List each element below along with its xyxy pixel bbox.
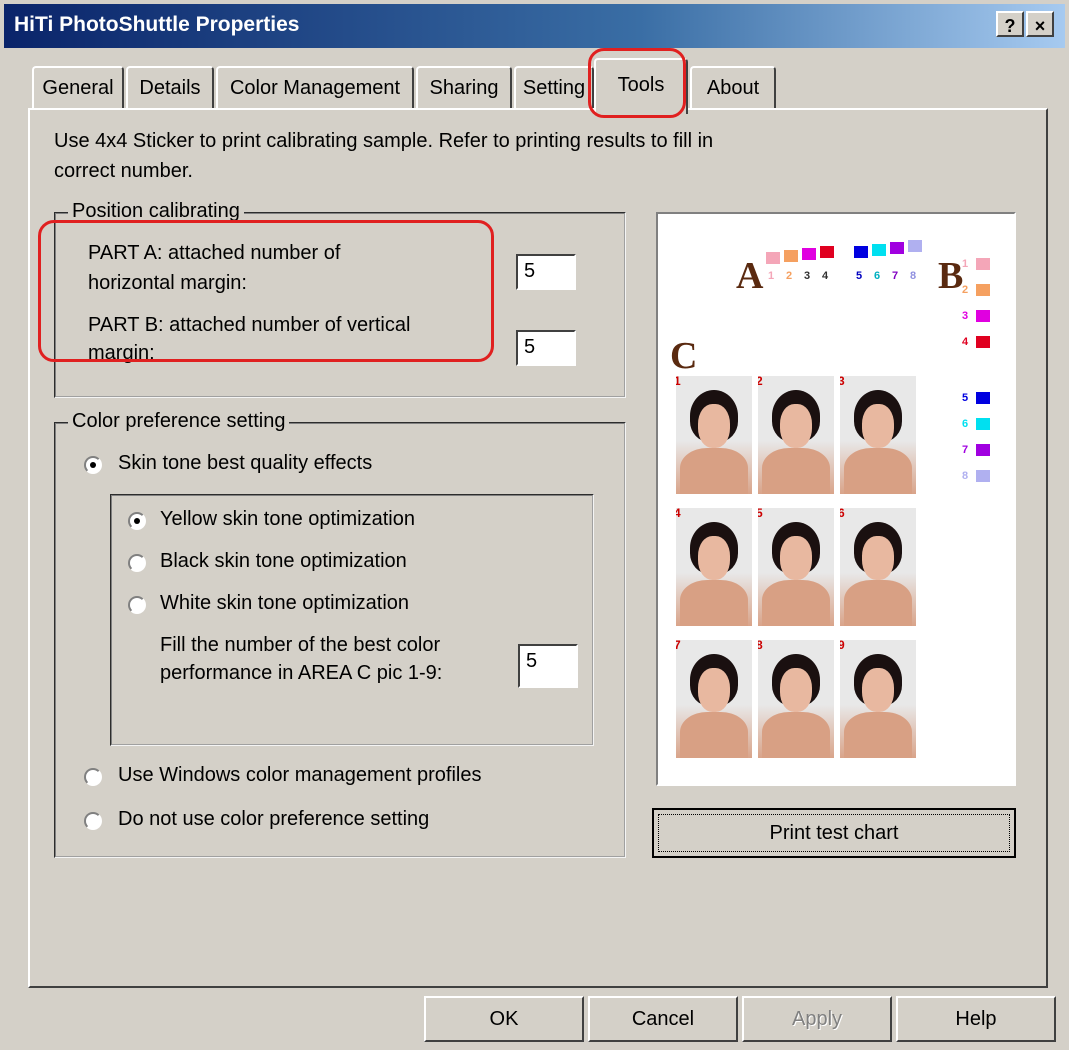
calibration-preview-image: A B C 1 2 3 4 5 6 7 8 1 2 3 4 5 6 7 8 1 … bbox=[656, 212, 1016, 786]
a-num-6: 6 bbox=[874, 270, 881, 282]
tab-details[interactable]: Details bbox=[126, 66, 214, 108]
area-c-pic-8: 8 bbox=[758, 640, 834, 758]
a-num-8: 8 bbox=[910, 270, 917, 282]
part-a-input[interactable]: 5 bbox=[516, 254, 576, 290]
b-swatch-1 bbox=[976, 258, 990, 270]
fill-best-input[interactable]: 5 bbox=[518, 644, 578, 688]
instruction-line-1: Use 4x4 Sticker to print calibrating sam… bbox=[54, 130, 714, 152]
no-preference-label[interactable]: Do not use color preference setting bbox=[118, 808, 429, 831]
close-title-button[interactable]: × bbox=[1026, 11, 1054, 37]
properties-dialog: HiTi PhotoShuttle Properties ? × General… bbox=[0, 0, 1069, 1050]
area-c-pic-3: 3 bbox=[840, 376, 916, 494]
area-a-label: A bbox=[736, 255, 764, 297]
print-test-chart-button[interactable]: Print test chart bbox=[652, 808, 1016, 858]
a-swatch-1 bbox=[766, 252, 780, 264]
area-c-pic-1: 1 bbox=[676, 376, 752, 494]
a-swatch-5 bbox=[854, 246, 868, 258]
b-num-6: 6 bbox=[962, 418, 969, 430]
area-c-pic-2: 2 bbox=[758, 376, 834, 494]
a-num-3: 3 bbox=[804, 270, 811, 282]
a-swatch-2 bbox=[784, 250, 798, 262]
b-swatch-8 bbox=[976, 470, 990, 482]
white-skin-label[interactable]: White skin tone optimization bbox=[160, 592, 409, 615]
a-num-2: 2 bbox=[786, 270, 793, 282]
window-title: HiTi PhotoShuttle Properties bbox=[14, 13, 300, 36]
tab-sharing[interactable]: Sharing bbox=[416, 66, 512, 108]
b-num-5: 5 bbox=[962, 392, 969, 404]
skin-tone-subgroup bbox=[110, 494, 594, 746]
part-b-input[interactable]: 5 bbox=[516, 330, 576, 366]
white-skin-radio[interactable] bbox=[128, 596, 146, 614]
a-num-4: 4 bbox=[822, 270, 829, 282]
a-num-7: 7 bbox=[892, 270, 899, 282]
tab-general[interactable]: General bbox=[32, 66, 124, 108]
fill-best-label-2: performance in AREA C pic 1-9: bbox=[160, 662, 443, 684]
help-button[interactable]: Help bbox=[896, 996, 1056, 1042]
yellow-skin-label[interactable]: Yellow skin tone optimization bbox=[160, 508, 415, 531]
b-num-3: 3 bbox=[962, 310, 969, 322]
no-preference-radio[interactable] bbox=[84, 812, 102, 830]
area-c-label: C bbox=[670, 335, 698, 377]
b-num-4: 4 bbox=[962, 336, 969, 348]
tab-color-management[interactable]: Color Management bbox=[216, 66, 414, 108]
a-num-1: 1 bbox=[768, 270, 775, 282]
help-title-button[interactable]: ? bbox=[996, 11, 1024, 37]
area-b-label: B bbox=[938, 255, 964, 297]
yellow-skin-radio[interactable] bbox=[128, 512, 146, 530]
cancel-button[interactable]: Cancel bbox=[588, 996, 738, 1042]
b-swatch-5 bbox=[976, 392, 990, 404]
black-skin-radio[interactable] bbox=[128, 554, 146, 572]
instruction-line-2: correct number. bbox=[54, 160, 193, 182]
area-c-pic-5: 5 bbox=[758, 508, 834, 626]
skin-tone-label[interactable]: Skin tone best quality effects bbox=[118, 452, 372, 475]
print-test-chart-label: Print test chart bbox=[658, 814, 1010, 852]
b-swatch-4 bbox=[976, 336, 990, 348]
black-skin-label[interactable]: Black skin tone optimization bbox=[160, 550, 407, 573]
a-swatch-6 bbox=[872, 244, 886, 256]
b-swatch-6 bbox=[976, 418, 990, 430]
b-num-1: 1 bbox=[962, 258, 969, 270]
area-c-pic-7: 7 bbox=[676, 640, 752, 758]
a-num-5: 5 bbox=[856, 270, 863, 282]
windows-profiles-radio[interactable] bbox=[84, 768, 102, 786]
title-bar: HiTi PhotoShuttle Properties ? × bbox=[4, 4, 1065, 48]
area-c-pic-4: 4 bbox=[676, 508, 752, 626]
b-swatch-2 bbox=[976, 284, 990, 296]
a-swatch-3 bbox=[802, 248, 816, 260]
position-highlight bbox=[38, 220, 494, 362]
windows-profiles-label[interactable]: Use Windows color management profiles bbox=[118, 764, 482, 787]
area-c-pic-6: 6 bbox=[840, 508, 916, 626]
apply-button[interactable]: Apply bbox=[742, 996, 892, 1042]
fill-best-label-1: Fill the number of the best color bbox=[160, 634, 441, 656]
a-swatch-8 bbox=[908, 240, 922, 252]
a-swatch-7 bbox=[890, 242, 904, 254]
color-preference-legend: Color preference setting bbox=[68, 410, 290, 433]
b-num-8: 8 bbox=[962, 470, 969, 482]
area-c-pic-9: 9 bbox=[840, 640, 916, 758]
b-swatch-3 bbox=[976, 310, 990, 322]
tab-about[interactable]: About bbox=[690, 66, 776, 108]
a-swatch-4 bbox=[820, 246, 834, 258]
tab-setting[interactable]: Setting bbox=[514, 66, 594, 108]
b-num-7: 7 bbox=[962, 444, 969, 456]
skin-tone-radio[interactable] bbox=[84, 456, 102, 474]
tools-tab-highlight bbox=[588, 48, 686, 118]
b-swatch-7 bbox=[976, 444, 990, 456]
b-num-2: 2 bbox=[962, 284, 969, 296]
ok-button[interactable]: OK bbox=[424, 996, 584, 1042]
